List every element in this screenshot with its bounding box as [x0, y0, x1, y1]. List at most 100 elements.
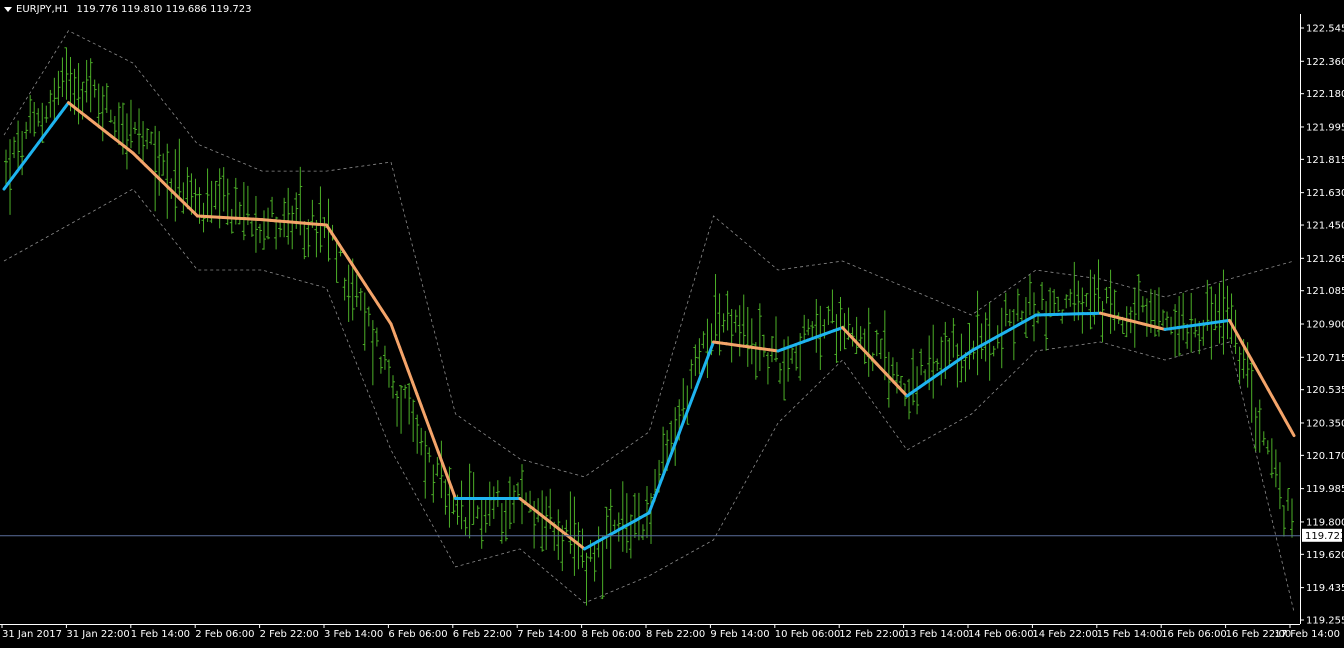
y-tick-label: 121.085 — [1306, 286, 1344, 297]
price-bar — [806, 319, 810, 335]
price-bar — [161, 153, 165, 175]
price-bar — [464, 517, 468, 535]
price-bar — [77, 63, 81, 124]
moving-average — [4, 103, 1294, 549]
price-bar — [468, 464, 472, 539]
x-tick-label: 7 Feb 14:00 — [517, 629, 576, 640]
price-bar — [718, 293, 722, 355]
price-bar — [32, 102, 36, 137]
price-bar — [1068, 289, 1072, 307]
price-bar — [492, 486, 496, 519]
price-bar — [379, 357, 383, 374]
price-bar — [1056, 297, 1060, 312]
price-bar — [701, 331, 705, 348]
price-bar — [460, 481, 464, 530]
y-tick-label: 120.170 — [1306, 451, 1344, 462]
price-bar — [157, 131, 161, 196]
ma-segment — [709, 342, 713, 353]
ma-segment — [649, 502, 653, 513]
price-bar — [516, 482, 520, 497]
ma-segment — [404, 359, 408, 371]
symbol-header: EURJPY,H1 119.776 119.810 119.686 119.72… — [4, 4, 251, 15]
price-axis-divider — [1300, 14, 1301, 624]
price-bar — [1189, 293, 1193, 353]
price-bar — [230, 209, 234, 234]
price-bar — [1008, 309, 1012, 326]
price-bar — [282, 198, 286, 237]
price-bar — [500, 503, 504, 544]
price-bar — [488, 482, 492, 526]
price-bar — [145, 128, 149, 149]
price-bar — [1028, 275, 1032, 315]
chart-canvas[interactable]: 122.545122.360122.180121.995121.815121.6… — [0, 0, 1344, 644]
chevron-down-icon[interactable] — [4, 7, 12, 12]
price-bar — [1250, 359, 1254, 423]
x-tick-label: 1 Feb 14:00 — [131, 629, 190, 640]
price-bar — [778, 363, 782, 384]
price-bar — [1044, 301, 1048, 350]
price-bar — [907, 379, 911, 419]
y-tick-label: 120.715 — [1306, 353, 1344, 364]
price-bar — [641, 524, 645, 540]
price-bar — [834, 314, 838, 363]
price-bar — [758, 303, 762, 371]
x-tick-label: 9 Feb 14:00 — [710, 629, 769, 640]
price-bar — [1262, 431, 1266, 445]
price-bar — [593, 544, 597, 582]
price-bar — [1169, 317, 1173, 335]
price-bar — [714, 274, 718, 340]
x-tick-label: 8 Feb 22:00 — [646, 629, 705, 640]
price-bar — [1096, 259, 1100, 312]
price-bar — [601, 536, 605, 600]
price-bar — [1113, 289, 1117, 330]
price-bar — [1193, 318, 1197, 337]
price-bar — [431, 465, 435, 503]
price-bar — [28, 95, 32, 133]
time-axis[interactable]: 31 Jan 201731 Jan 22:001 Feb 14:002 Feb … — [2, 624, 1340, 640]
price-bar — [826, 306, 830, 325]
price-bar — [355, 274, 359, 307]
y-tick-label: 122.180 — [1306, 89, 1344, 100]
price-bar — [254, 196, 258, 253]
price-bar — [879, 339, 883, 359]
ma-segment — [438, 452, 442, 464]
price-bar — [1105, 287, 1109, 303]
price-bar — [1270, 438, 1274, 478]
ma-segment — [425, 417, 429, 429]
ma-segment — [421, 405, 425, 417]
price-bar — [1145, 298, 1149, 336]
x-tick-label: 17 Feb 14:00 — [1274, 629, 1340, 640]
price-bar — [44, 106, 48, 123]
price-bar — [125, 113, 129, 169]
price-bar — [1230, 294, 1234, 344]
price-bar — [810, 321, 814, 339]
price-bar — [722, 313, 726, 332]
price-bar — [633, 493, 637, 538]
upper-band-line — [4, 31, 1294, 477]
price-bar — [101, 86, 105, 141]
price-bar — [387, 359, 391, 387]
price-bar — [93, 80, 97, 98]
price-bar — [343, 278, 347, 301]
x-tick-label: 8 Feb 06:00 — [582, 629, 641, 640]
price-bar — [923, 369, 927, 381]
price-bar — [153, 126, 157, 211]
price-bar — [64, 48, 68, 100]
price-bar — [1084, 293, 1088, 307]
price-bar — [347, 265, 351, 322]
price-bar — [1225, 286, 1229, 339]
price-bar — [742, 295, 746, 346]
price-chart[interactable]: 122.545122.360122.180121.995121.815121.6… — [0, 0, 1344, 644]
y-tick-label: 121.265 — [1306, 254, 1344, 265]
y-tick-label: 119.985 — [1306, 484, 1344, 495]
x-tick-label: 16 Feb 06:00 — [1161, 629, 1227, 640]
price-bar — [222, 167, 226, 211]
price-bar — [512, 485, 516, 523]
price-bar — [1217, 283, 1221, 344]
price-bar — [480, 499, 484, 549]
price-bar — [258, 224, 262, 243]
price-bar — [1221, 270, 1225, 355]
ma-segment — [443, 464, 447, 476]
x-tick-label: 3 Feb 14:00 — [324, 629, 383, 640]
price-bar — [1048, 288, 1052, 318]
